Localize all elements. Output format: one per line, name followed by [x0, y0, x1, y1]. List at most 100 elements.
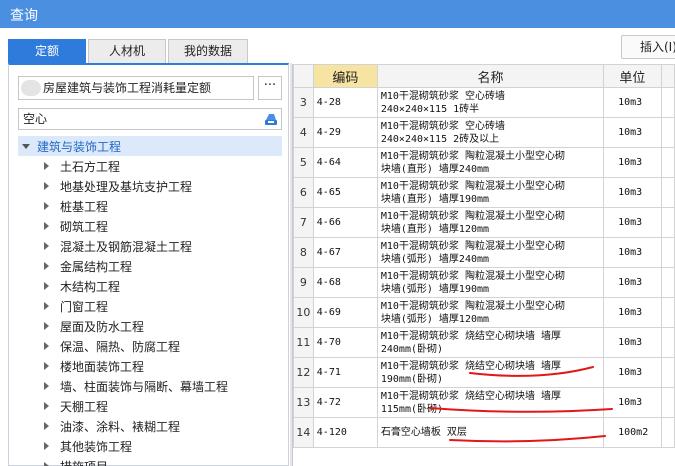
tree-item[interactable]: 楼地面装饰工程 [18, 356, 282, 376]
table-header-row: 编码 名称 单位 [293, 64, 675, 88]
table-row[interactable]: 4 4-29 M10干混砌筑砂浆 空心砖墙 240×240×115 2砖及以上 10m3 [293, 117, 675, 148]
quota-name-line1: M10干混砌筑砂浆 陶粒混凝土小型空心砌 [380, 270, 565, 282]
tab-labor-material[interactable]: 人材机 [88, 39, 166, 63]
chevron-right-icon[interactable] [44, 442, 49, 450]
tree-item[interactable]: 桩基工程 [18, 196, 282, 216]
insert-button[interactable]: 插入(I) [621, 35, 675, 59]
quota-unit: 10m3 [603, 117, 662, 148]
quota-name-line1: M10干混砌筑砂浆 陶粒混凝土小型空心砌 [380, 180, 565, 192]
quota-name: M10干混砌筑砂浆 陶粒混凝土小型空心砌 块墙(直形) 墙厚190mm [376, 177, 605, 208]
extra-cell [660, 147, 675, 178]
table-row[interactable]: 3 4-28 M10干混砌筑砂浆 空心砖墙 240×240×115 1砖半 10m3 [293, 87, 675, 118]
tab-my-data[interactable]: 我的数据 [168, 39, 248, 63]
chevron-right-icon[interactable] [44, 382, 49, 390]
quota-name-line1: 石膏空心墙板 双层 [380, 427, 467, 438]
chevron-down-icon[interactable] [22, 143, 30, 149]
table-row[interactable]: 11 4-70 M10干混砌筑砂浆 烧结空心砌块墙 墙厚 240mm(卧砌) 10m3 [293, 327, 675, 358]
chevron-right-icon[interactable] [44, 402, 49, 410]
column-header-code[interactable]: 编码 [312, 64, 378, 88]
chevron-right-icon[interactable] [44, 262, 49, 270]
quota-name: M10干混砌筑砂浆 空心砖墙 240×240×115 1砖半 [376, 87, 605, 118]
quota-code: 4-28 [312, 87, 378, 118]
quota-name-line1: M10干混砌筑砂浆 烧结空心砌块墙 墙厚 [380, 390, 561, 402]
tree-item-label: 桩基工程 [60, 199, 109, 214]
chevron-right-icon[interactable] [44, 462, 49, 466]
tree-item[interactable]: 屋面及防水工程 [18, 316, 282, 336]
chevron-right-icon[interactable] [44, 242, 49, 250]
table-row[interactable]: 7 4-66 M10干混砌筑砂浆 陶粒混凝土小型空心砌 块墙(直形) 墙厚120mm 1… [293, 207, 675, 238]
tree-root-node[interactable]: 建筑与装饰工程 [18, 136, 282, 156]
extra-cell [660, 207, 675, 238]
category-tree: 建筑与装饰工程 土石方工程 地基处理及基坑支护工程 桩基工程 砌筑工程 混凝土及… [18, 136, 282, 466]
chevron-right-icon[interactable] [44, 222, 49, 230]
search-input[interactable]: 空心 [18, 108, 282, 130]
quota-code: 4-65 [312, 177, 378, 208]
column-header-unit[interactable]: 单位 [603, 64, 662, 88]
tree-item[interactable]: 砌筑工程 [18, 216, 282, 236]
tree-item[interactable]: 天棚工程 [18, 396, 282, 416]
table-row[interactable]: 14 4-120 石膏空心墙板 双层 100m2 [293, 417, 675, 448]
quota-library-select[interactable]: 房屋建筑与装饰工程消耗量定额 [18, 76, 254, 100]
column-header-name[interactable]: 名称 [376, 64, 605, 88]
tree-item-label: 保温、隔热、防腐工程 [60, 339, 181, 354]
chevron-right-icon[interactable] [44, 342, 49, 350]
library-more-button[interactable]: ··· [258, 76, 282, 100]
table-row[interactable]: 8 4-67 M10干混砌筑砂浆 陶粒混凝土小型空心砌 块墙(弧形) 墙厚240mm 1… [293, 237, 675, 268]
extra-cell [660, 177, 675, 208]
tree-item[interactable]: 油漆、涂料、裱糊工程 [18, 416, 282, 436]
quota-name-line2: 块墙(直形) 墙厚120mm [380, 223, 490, 235]
quota-name: M10干混砌筑砂浆 烧结空心砌块墙 墙厚 240mm(卧砌) [376, 327, 605, 358]
table-body: 3 4-28 M10干混砌筑砂浆 空心砖墙 240×240×115 1砖半 10m3 4 4… [293, 87, 675, 448]
tree-item[interactable]: 土石方工程 [18, 156, 282, 176]
tree-item-label: 金属结构工程 [60, 259, 133, 274]
quota-name-line1: M10干混砌筑砂浆 陶粒混凝土小型空心砌 [380, 300, 565, 312]
tree-item[interactable]: 木结构工程 [18, 276, 282, 296]
quota-name: M10干混砌筑砂浆 陶粒混凝土小型空心砌 块墙(直形) 墙厚240mm [376, 147, 605, 178]
clear-icon[interactable] [262, 111, 280, 127]
tree-item[interactable]: 措施项目 [18, 456, 282, 466]
quota-name: M10干混砌筑砂浆 陶粒混凝土小型空心砌 块墙(弧形) 墙厚240mm [376, 237, 605, 268]
table-row[interactable]: 12 4-71 M10干混砌筑砂浆 烧结空心砌块墙 墙厚 190mm(卧砌) 10m3 [293, 357, 675, 388]
quota-name-line2: 190mm(卧砌) [380, 373, 444, 385]
quota-code: 4-66 [312, 207, 378, 238]
chevron-right-icon[interactable] [44, 282, 49, 290]
tree-item[interactable]: 其他装饰工程 [18, 436, 282, 456]
tree-item-label: 天棚工程 [60, 399, 109, 414]
tree-item[interactable]: 墙、柱面装饰与隔断、幕墙工程 [18, 376, 282, 396]
row-number: 12 [293, 357, 314, 388]
row-number: 8 [293, 237, 314, 268]
table-row[interactable]: 5 4-64 M10干混砌筑砂浆 陶粒混凝土小型空心砌 块墙(直形) 墙厚240mm 1… [293, 147, 675, 178]
quota-name: M10干混砌筑砂浆 烧结空心砌块墙 墙厚 190mm(卧砌) [376, 357, 605, 388]
chevron-right-icon[interactable] [44, 182, 49, 190]
table-row[interactable]: 10 4-69 M10干混砌筑砂浆 陶粒混凝土小型空心砌 块墙(弧形) 墙厚120mm… [293, 297, 675, 328]
extra-cell [660, 417, 675, 448]
quota-code: 4-70 [312, 327, 378, 358]
quota-unit: 10m3 [603, 207, 662, 238]
tree-item[interactable]: 金属结构工程 [18, 256, 282, 276]
tree-item[interactable]: 保温、隔热、防腐工程 [18, 336, 282, 356]
chevron-right-icon[interactable] [44, 302, 49, 310]
chevron-right-icon[interactable] [44, 162, 49, 170]
tree-item[interactable]: 混凝土及钢筋混凝土工程 [18, 236, 282, 256]
chevron-right-icon[interactable] [44, 322, 49, 330]
tab-quota[interactable]: 定额 [8, 39, 86, 63]
quota-name-line2: 块墙(直形) 墙厚240mm [380, 163, 490, 175]
tree-item[interactable]: 门窗工程 [18, 296, 282, 316]
quota-name-line1: M10干混砌筑砂浆 陶粒混凝土小型空心砌 [380, 210, 565, 222]
table-row[interactable]: 9 4-68 M10干混砌筑砂浆 陶粒混凝土小型空心砌 块墙(弧形) 墙厚190mm 1… [293, 267, 675, 298]
chevron-right-icon[interactable] [44, 422, 49, 430]
chevron-right-icon[interactable] [44, 202, 49, 210]
chevron-right-icon[interactable] [44, 362, 49, 370]
row-number: 13 [293, 387, 314, 418]
quota-code: 4-67 [312, 237, 378, 268]
table-row[interactable]: 6 4-65 M10干混砌筑砂浆 陶粒混凝土小型空心砌 块墙(直形) 墙厚190mm 1… [293, 177, 675, 208]
quota-name-line1: M10干混砌筑砂浆 陶粒混凝土小型空心砌 [380, 150, 565, 162]
quota-code: 4-69 [312, 297, 378, 328]
quota-name: M10干混砌筑砂浆 空心砖墙 240×240×115 2砖及以上 [376, 117, 605, 148]
quota-name-line1: M10干混砌筑砂浆 空心砖墙 [380, 120, 505, 132]
table-row[interactable]: 13 4-72 M10干混砌筑砂浆 烧结空心砌块墙 墙厚 115mm(卧砌) 10m3 [293, 387, 675, 418]
quota-name-line2: 块墙(弧形) 墙厚190mm [380, 283, 490, 295]
quota-name-line1: M10干混砌筑砂浆 空心砖墙 [380, 90, 505, 102]
left-panel: 房屋建筑与装饰工程消耗量定额 ··· 空心 建筑与装饰工程 土石方工程 地基处理… [8, 63, 289, 466]
tree-item[interactable]: 地基处理及基坑支护工程 [18, 176, 282, 196]
